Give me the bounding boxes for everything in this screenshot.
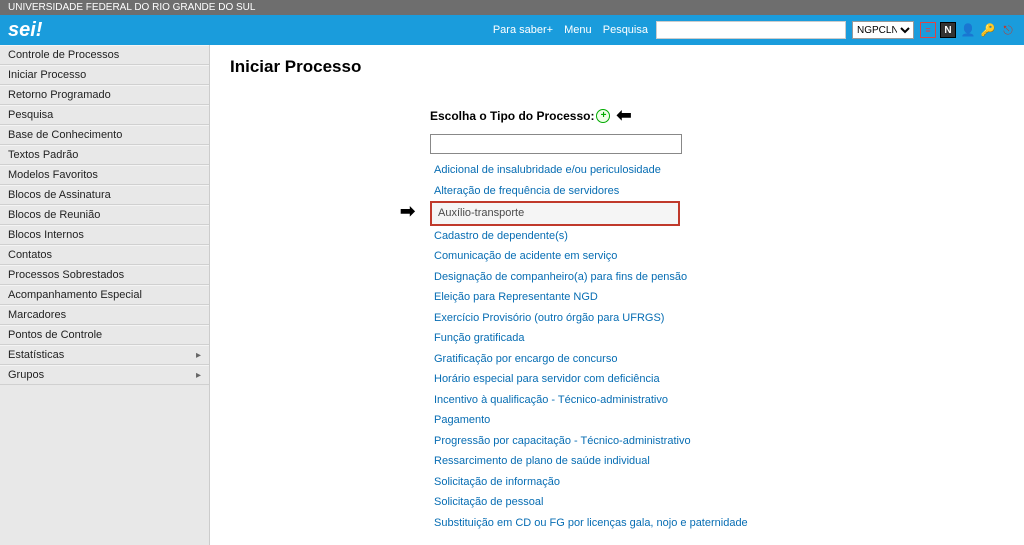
arrow-annotation-icon: ➡ <box>400 201 415 222</box>
sidebar-item[interactable]: Processos Sobrestados <box>0 265 209 285</box>
process-type-item[interactable]: Pagamento <box>430 410 1004 431</box>
process-type-item[interactable]: Designação de companheiro(a) para fins d… <box>430 267 1004 288</box>
sidebar-item[interactable]: Controle de Processos <box>0 45 209 65</box>
form-label-row: Escolha o Tipo do Processo: + ⬅ <box>430 105 1004 126</box>
sidebar-item[interactable]: Marcadores <box>0 305 209 325</box>
main-layout: Controle de ProcessosIniciar ProcessoRet… <box>0 45 1024 545</box>
sidebar-item[interactable]: Pesquisa <box>0 105 209 125</box>
process-type-item[interactable]: Substituição em CD ou FG por licenças ga… <box>430 513 1004 534</box>
process-type-item[interactable]: Comunicação de acidente em serviço <box>430 246 1004 267</box>
sidebar-item[interactable]: Base de Conhecimento <box>0 125 209 145</box>
sidebar-item[interactable]: Blocos Internos <box>0 225 209 245</box>
help-link[interactable]: Para saber+ <box>493 24 553 36</box>
form-area: Escolha o Tipo do Processo: + ⬅ Adiciona… <box>430 105 1004 533</box>
expand-types-icon[interactable]: + <box>596 109 610 123</box>
arrow-annotation-icon: ⬅ <box>616 105 631 126</box>
org-title-bar: UNIVERSIDADE FEDERAL DO RIO GRANDE DO SU… <box>0 0 1024 15</box>
sidebar-item[interactable]: Blocos de Reunião <box>0 205 209 225</box>
menu-link[interactable]: Menu <box>564 24 592 36</box>
process-type-item[interactable]: Alteração de frequência de servidores <box>430 181 1004 202</box>
list-icon[interactable]: ≡ <box>920 22 936 38</box>
process-type-item[interactable]: Solicitação de pessoal <box>430 492 1004 513</box>
process-type-filter-input[interactable] <box>430 134 682 154</box>
sidebar-item[interactable]: Grupos <box>0 365 209 385</box>
sidebar-item[interactable]: Contatos <box>0 245 209 265</box>
search-label: Pesquisa <box>603 24 648 36</box>
top-bar: sei! Para saber+ Menu Pesquisa NGPCLN ≡ … <box>0 15 1024 45</box>
sidebar-item[interactable]: Estatísticas <box>0 345 209 365</box>
sidebar-item[interactable]: Retorno Programado <box>0 85 209 105</box>
process-type-item[interactable]: Horário especial para servidor com defic… <box>430 369 1004 390</box>
sidebar-item[interactable]: Iniciar Processo <box>0 65 209 85</box>
search-input[interactable] <box>656 21 846 39</box>
novelty-icon[interactable]: N <box>940 22 956 38</box>
highlighted-process-type-wrap: ➡Auxílio-transporte <box>430 201 682 226</box>
sidebar-item[interactable]: Pontos de Controle <box>0 325 209 345</box>
sidebar-item[interactable]: Textos Padrão <box>0 145 209 165</box>
sidebar-item[interactable]: Acompanhamento Especial <box>0 285 209 305</box>
process-type-item[interactable]: Solicitação de informação <box>430 472 1004 493</box>
process-type-item[interactable]: Progressão por capacitação - Técnico-adm… <box>430 431 1004 452</box>
toolbar-icons: ≡ N 👤 🔑 ⎋ <box>920 22 1016 38</box>
process-type-item[interactable]: Ressarcimento de plano de saúde individu… <box>430 451 1004 472</box>
exit-icon[interactable]: ⎋ <box>1000 22 1016 38</box>
top-links: Para saber+ Menu Pesquisa <box>493 24 656 36</box>
process-type-item[interactable]: Cadastro de dependente(s) <box>430 226 1004 247</box>
process-type-item[interactable]: Gratificação por encargo de concurso <box>430 349 1004 370</box>
process-type-item[interactable]: Eleição para Representante NGD <box>430 287 1004 308</box>
user-icon[interactable]: 👤 <box>960 22 976 38</box>
org-title: UNIVERSIDADE FEDERAL DO RIO GRANDE DO SU… <box>8 2 255 13</box>
process-type-item[interactable]: Incentivo à qualificação - Técnico-admin… <box>430 390 1004 411</box>
process-type-item[interactable]: Auxílio-transporte <box>430 201 680 226</box>
sidebar-item[interactable]: Blocos de Assinatura <box>0 185 209 205</box>
app-logo: sei! <box>8 19 42 42</box>
sidebar: Controle de ProcessosIniciar ProcessoRet… <box>0 45 210 545</box>
process-type-item[interactable]: Função gratificada <box>430 328 1004 349</box>
key-icon[interactable]: 🔑 <box>980 22 996 38</box>
page-title: Iniciar Processo <box>230 57 1004 77</box>
content: Iniciar Processo Escolha o Tipo do Proce… <box>210 45 1024 545</box>
process-type-list: Adicional de insalubridade e/ou periculo… <box>430 160 1004 533</box>
process-type-item[interactable]: Adicional de insalubridade e/ou periculo… <box>430 160 1004 181</box>
sidebar-item[interactable]: Modelos Favoritos <box>0 165 209 185</box>
process-type-label: Escolha o Tipo do Processo: <box>430 109 594 123</box>
process-type-item[interactable]: Exercício Provisório (outro órgão para U… <box>430 308 1004 329</box>
unit-select[interactable]: NGPCLN <box>852 21 914 39</box>
